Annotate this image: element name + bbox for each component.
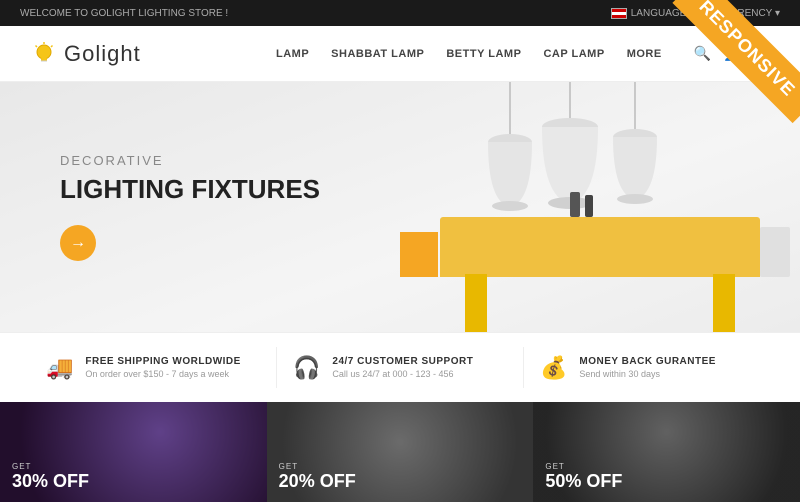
feature-moneyback-text: MONEY BACK GURANTEE Send within 30 days	[579, 356, 716, 379]
product-card-3[interactable]: GET 50% OFF	[533, 402, 800, 502]
logo-icon	[30, 40, 58, 68]
hero-table-scene	[440, 217, 760, 332]
product-2-discount: 20% OFF	[279, 471, 522, 492]
shipping-icon: 🚚	[46, 355, 73, 381]
nav-cap-lamp[interactable]: CAP LAMP	[543, 48, 604, 60]
product-1-get: GET	[12, 462, 255, 471]
feature-moneyback-desc: Send within 30 days	[579, 369, 716, 379]
product-3-discount: 50% OFF	[545, 471, 788, 492]
feature-support-text: 24/7 CUSTOMER SUPPORT Call us 24/7 at 00…	[332, 356, 473, 379]
hero-content: DECORATIVE LIGHTING FIXTURES →	[0, 153, 320, 261]
feature-shipping: 🚚 FREE SHIPPING WORLDWIDE On order over …	[30, 347, 277, 388]
feature-support-title: 24/7 CUSTOMER SUPPORT	[332, 356, 473, 367]
feature-moneyback-title: MONEY BACK GURANTEE	[579, 356, 716, 367]
nav-lamp[interactable]: LAMP	[276, 48, 309, 60]
feature-moneyback: 💰 MONEY BACK GURANTEE Send within 30 day…	[524, 347, 770, 388]
logo[interactable]: Golight	[30, 40, 141, 68]
nav-shabbat-lamp[interactable]: SHABBAT LAMP	[331, 48, 424, 60]
product-card-1[interactable]: GET 30% OFF	[0, 402, 267, 502]
nav-betty-lamp[interactable]: BETTY LAMP	[446, 48, 521, 60]
support-icon: 🎧	[293, 355, 320, 381]
product-1-discount: 30% OFF	[12, 471, 255, 492]
feature-support-desc: Call us 24/7 at 000 - 123 - 456	[332, 369, 473, 379]
feature-shipping-title: FREE SHIPPING WORLDWIDE	[85, 356, 240, 367]
product-cards: GET 30% OFF GET 20% OFF GET 50% OFF	[0, 402, 800, 502]
moneyback-icon: 💰	[540, 355, 567, 381]
product-card-2[interactable]: GET 20% OFF	[267, 402, 534, 502]
arrow-icon: →	[70, 234, 86, 252]
product-2-get: GET	[279, 462, 522, 471]
hero-subtitle: DECORATIVE	[60, 153, 320, 168]
responsive-badge: RESPONSIVE	[660, 0, 800, 140]
welcome-text: WELCOME TO GOLIGHT LIGHTING STORE !	[20, 8, 228, 19]
responsive-badge-label: RESPONSIVE	[672, 0, 800, 123]
feature-shipping-text: FREE SHIPPING WORLDWIDE On order over $1…	[85, 356, 240, 379]
hero-title: LIGHTING FIXTURES	[60, 174, 320, 205]
hero-cta-button[interactable]: →	[60, 225, 96, 261]
logo-text: Golight	[64, 41, 141, 67]
feature-support: 🎧 24/7 CUSTOMER SUPPORT Call us 24/7 at …	[277, 347, 524, 388]
features-bar: 🚚 FREE SHIPPING WORLDWIDE On order over …	[0, 332, 800, 402]
product-3-get: GET	[545, 462, 788, 471]
feature-shipping-desc: On order over $150 - 7 days a week	[85, 369, 240, 379]
nav-more[interactable]: MORE	[627, 48, 662, 60]
